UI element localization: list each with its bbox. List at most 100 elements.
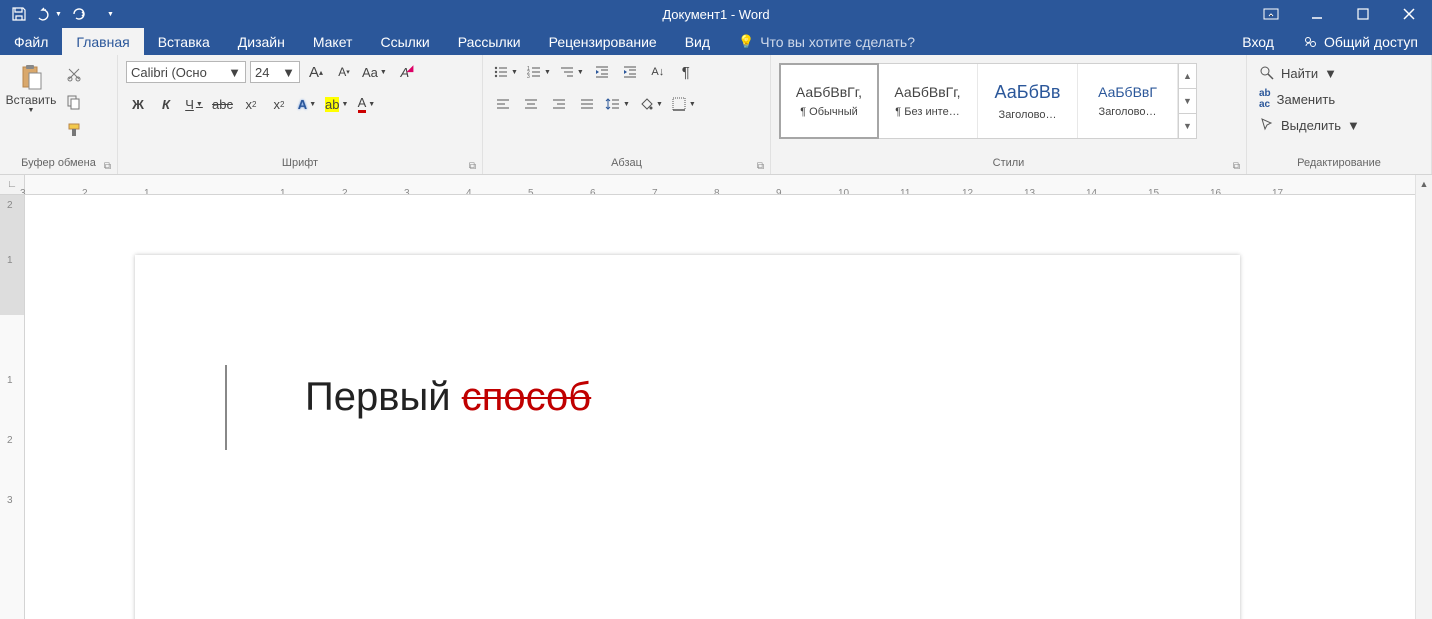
font-color-button[interactable]: A▼ xyxy=(354,93,378,115)
tab-review[interactable]: Рецензирование xyxy=(535,28,671,55)
customize-qat-button[interactable]: ▼ xyxy=(96,2,122,26)
cut-button[interactable] xyxy=(62,63,86,85)
brush-icon xyxy=(66,122,82,138)
highlight-button[interactable]: ab▼ xyxy=(323,93,350,115)
format-painter-button[interactable] xyxy=(62,119,86,141)
style-heading-2[interactable]: АаБбВвГ Заголово… xyxy=(1078,64,1178,138)
vertical-scrollbar[interactable]: ▲ xyxy=(1415,175,1432,619)
font-launcher[interactable]: ⧉ xyxy=(466,160,479,173)
text-cursor xyxy=(225,365,227,450)
save-button[interactable] xyxy=(6,2,32,26)
paint-bucket-icon xyxy=(638,96,654,112)
group-font: Calibri (Осно▼ 24▼ A▴ A▾ Aa▼ A◢ Ж К Ч▼ a… xyxy=(118,55,483,174)
maximize-button[interactable] xyxy=(1340,0,1386,28)
share-label: Общий доступ xyxy=(1324,34,1418,50)
window-controls xyxy=(1248,0,1432,28)
superscript-button[interactable]: x2 xyxy=(267,93,291,115)
copy-button[interactable] xyxy=(62,91,86,113)
clipboard-group-label: Буфер обмена⧉ xyxy=(0,157,117,174)
replace-label: Заменить xyxy=(1277,92,1335,107)
document-canvas[interactable]: Первый способ xyxy=(25,195,1415,619)
undo-button[interactable]: ▼ xyxy=(36,2,62,26)
bold-button[interactable]: Ж xyxy=(126,93,150,115)
window-title: Документ1 - Word xyxy=(0,7,1432,22)
copy-icon xyxy=(66,94,82,110)
select-button[interactable]: Выделить▼ xyxy=(1255,113,1364,137)
group-paragraph: ▼ 123▼ ▼ А↓ ¶ ▼ ▼ ▼ Абзац⧉ xyxy=(483,55,771,174)
sort-button[interactable]: А↓ xyxy=(646,61,670,83)
justify-button[interactable] xyxy=(575,93,599,115)
bullets-button[interactable]: ▼ xyxy=(491,61,520,83)
decrease-indent-button[interactable] xyxy=(590,61,614,83)
document-text[interactable]: Первый способ xyxy=(305,375,591,420)
lightbulb-icon: 💡 xyxy=(738,34,754,50)
paragraph-launcher[interactable]: ⧉ xyxy=(754,160,767,173)
cursor-icon xyxy=(1259,117,1275,133)
styles-gallery[interactable]: АаБбВвГг, ¶ Обычный АаБбВвГг, ¶ Без инте… xyxy=(779,63,1197,139)
svg-text:3: 3 xyxy=(527,74,530,80)
gallery-down-button[interactable]: ▼ xyxy=(1179,89,1196,114)
gallery-scroll-controls: ▲ ▼ ▼ xyxy=(1178,64,1196,138)
tab-file[interactable]: Файл xyxy=(0,28,62,55)
tab-insert[interactable]: Вставка xyxy=(144,28,224,55)
paste-label: Вставить xyxy=(6,93,57,107)
redo-button[interactable] xyxy=(66,2,92,26)
increase-indent-button[interactable] xyxy=(618,61,642,83)
show-marks-button[interactable]: ¶ xyxy=(674,61,698,83)
style-heading-1[interactable]: АаБбВв Заголово… xyxy=(978,64,1078,138)
multilevel-list-button[interactable]: ▼ xyxy=(557,61,586,83)
strikethrough-button[interactable]: abc xyxy=(210,93,235,115)
ribbon-display-options-button[interactable] xyxy=(1248,0,1294,28)
share-button[interactable]: Общий доступ xyxy=(1288,28,1432,55)
style-no-spacing[interactable]: АаБбВвГг, ¶ Без инте… xyxy=(878,64,978,138)
font-size-combo[interactable]: 24▼ xyxy=(250,61,300,83)
group-styles: АаБбВвГг, ¶ Обычный АаБбВвГг, ¶ Без инте… xyxy=(771,55,1247,174)
text-strikethrough: способ xyxy=(462,375,592,419)
align-center-button[interactable] xyxy=(519,93,543,115)
italic-button[interactable]: К xyxy=(154,93,178,115)
text-plain: Первый xyxy=(305,375,462,419)
paste-button[interactable]: Вставить ▼ xyxy=(6,59,56,114)
underline-button[interactable]: Ч▼ xyxy=(182,93,206,115)
horizontal-ruler[interactable]: ∟ 3211234567891011121314151617 xyxy=(0,175,1415,195)
borders-button[interactable]: ▼ xyxy=(669,93,698,115)
shading-button[interactable]: ▼ xyxy=(636,93,665,115)
tab-references[interactable]: Ссылки xyxy=(366,28,443,55)
subscript-button[interactable]: x2 xyxy=(239,93,263,115)
clipboard-launcher[interactable]: ⧉ xyxy=(101,160,114,173)
find-button[interactable]: Найти▼ xyxy=(1255,61,1341,85)
minimize-button[interactable] xyxy=(1294,0,1340,28)
gallery-up-button[interactable]: ▲ xyxy=(1179,64,1196,89)
search-icon xyxy=(1259,65,1275,81)
style-normal[interactable]: АаБбВвГг, ¶ Обычный xyxy=(779,63,879,139)
replace-button[interactable]: abac Заменить xyxy=(1255,87,1339,111)
tell-me-search[interactable]: 💡 Что вы хотите сделать? xyxy=(738,28,915,55)
sign-in-button[interactable]: Вход xyxy=(1228,28,1288,55)
change-case-button[interactable]: Aa▼ xyxy=(360,61,389,83)
tell-me-placeholder: Что вы хотите сделать? xyxy=(760,34,915,50)
line-spacing-button[interactable]: ▼ xyxy=(603,93,632,115)
align-right-button[interactable] xyxy=(547,93,571,115)
gallery-more-button[interactable]: ▼ xyxy=(1179,114,1196,138)
tab-mailings[interactable]: Рассылки xyxy=(444,28,535,55)
text-effects-button[interactable]: A▼ xyxy=(295,93,319,115)
numbering-button[interactable]: 123▼ xyxy=(524,61,553,83)
font-name-combo[interactable]: Calibri (Осно▼ xyxy=(126,61,246,83)
tab-layout[interactable]: Макет xyxy=(299,28,367,55)
document-area: ∟ 3211234567891011121314151617 21123 Пер… xyxy=(0,175,1415,619)
tab-design[interactable]: Дизайн xyxy=(224,28,299,55)
vertical-ruler[interactable]: 21123 xyxy=(0,195,25,619)
ribbon-tabs: Файл Главная Вставка Дизайн Макет Ссылки… xyxy=(0,28,1432,55)
paragraph-group-label: Абзац⧉ xyxy=(483,157,770,174)
tab-view[interactable]: Вид xyxy=(671,28,724,55)
scroll-up-button[interactable]: ▲ xyxy=(1416,175,1432,192)
clear-formatting-button[interactable]: A◢ xyxy=(393,61,417,83)
close-button[interactable] xyxy=(1386,0,1432,28)
tab-home[interactable]: Главная xyxy=(62,28,143,55)
grow-font-button[interactable]: A▴ xyxy=(304,61,328,83)
page[interactable]: Первый способ xyxy=(135,255,1240,619)
styles-launcher[interactable]: ⧉ xyxy=(1230,160,1243,173)
align-left-button[interactable] xyxy=(491,93,515,115)
shrink-font-button[interactable]: A▾ xyxy=(332,61,356,83)
font-group-label: Шрифт⧉ xyxy=(118,157,482,174)
